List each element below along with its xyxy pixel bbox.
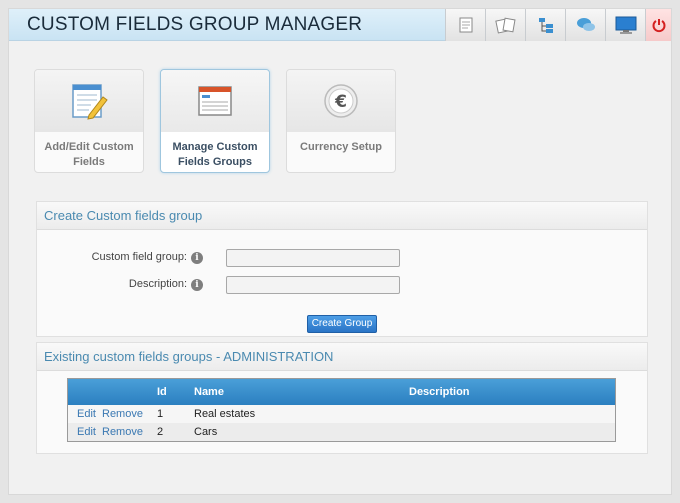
toolbar — [445, 9, 671, 41]
chat-button[interactable] — [565, 9, 605, 41]
app-title: CUSTOM FIELDS GROUP MANAGER — [27, 14, 363, 35]
tile-label: Add/Edit Custom Fields — [44, 141, 134, 168]
tile-currency-setup[interactable]: € Currency Setup — [286, 69, 396, 173]
table-header: Id Name Description — [68, 379, 615, 405]
cards-button[interactable] — [485, 9, 525, 41]
power-icon — [652, 19, 665, 33]
tile-add-edit-custom-fields[interactable]: Add/Edit Custom Fields — [34, 69, 144, 173]
custom-field-group-input[interactable] — [226, 249, 400, 267]
tile-label: Manage Custom Fields Groups — [172, 141, 258, 168]
create-group-button[interactable]: Create Group — [307, 315, 377, 333]
module-tiles: Add/Edit Custom Fields Manage Custom Fie… — [34, 69, 396, 173]
table-row: Edit Remove 1 Real estates — [68, 405, 615, 423]
title-bar: CUSTOM FIELDS GROUP MANAGER — [9, 9, 671, 41]
column-header-name[interactable]: Name — [194, 386, 224, 398]
description-input[interactable] — [226, 276, 400, 294]
description-row: Description: — [69, 276, 187, 296]
tile-label: Currency Setup — [300, 141, 382, 153]
sitemap-icon — [538, 18, 553, 33]
panel-title: Create Custom fields group — [37, 202, 647, 230]
edit-form-icon — [72, 84, 108, 120]
custom-field-group-label: Custom field group: — [91, 251, 187, 263]
row-name: Real estates — [194, 408, 256, 420]
cards-icon — [494, 17, 516, 34]
info-icon[interactable]: i — [191, 279, 203, 291]
remove-link[interactable]: Remove — [102, 426, 143, 438]
table-row: Edit Remove 2 Cars — [68, 423, 615, 441]
monitor-button[interactable] — [605, 9, 645, 41]
panel-title: Existing custom fields groups - ADMINIST… — [37, 343, 647, 371]
row-name: Cars — [194, 426, 218, 438]
column-header-description[interactable]: Description — [409, 386, 470, 398]
notepad-button[interactable] — [445, 9, 485, 41]
row-id: 2 — [157, 426, 164, 438]
column-header-id[interactable]: Id — [157, 386, 167, 398]
svg-text:€: € — [334, 92, 347, 112]
monitor-icon — [615, 16, 636, 34]
custom-field-group-row: Custom field group: — [69, 249, 187, 269]
chat-icon — [576, 18, 595, 31]
sitemap-button[interactable] — [525, 9, 565, 41]
euro-icon: € — [324, 84, 358, 118]
power-button[interactable] — [645, 9, 671, 41]
row-id: 1 — [157, 408, 164, 420]
description-label: Description: — [128, 278, 187, 290]
app-window: CUSTOM FIELDS GROUP MANAGER Add/Edit Cus… — [8, 8, 672, 495]
remove-link[interactable]: Remove — [102, 408, 143, 420]
groups-table: Id Name Description Edit Remove 1 Real e… — [67, 378, 616, 442]
notepad-icon — [459, 17, 472, 33]
info-icon[interactable]: i — [191, 252, 203, 264]
tile-manage-custom-fields-groups[interactable]: Manage Custom Fields Groups — [160, 69, 270, 173]
edit-link[interactable]: Edit — [77, 426, 96, 438]
edit-link[interactable]: Edit — [77, 408, 96, 420]
window-list-icon — [198, 86, 232, 116]
